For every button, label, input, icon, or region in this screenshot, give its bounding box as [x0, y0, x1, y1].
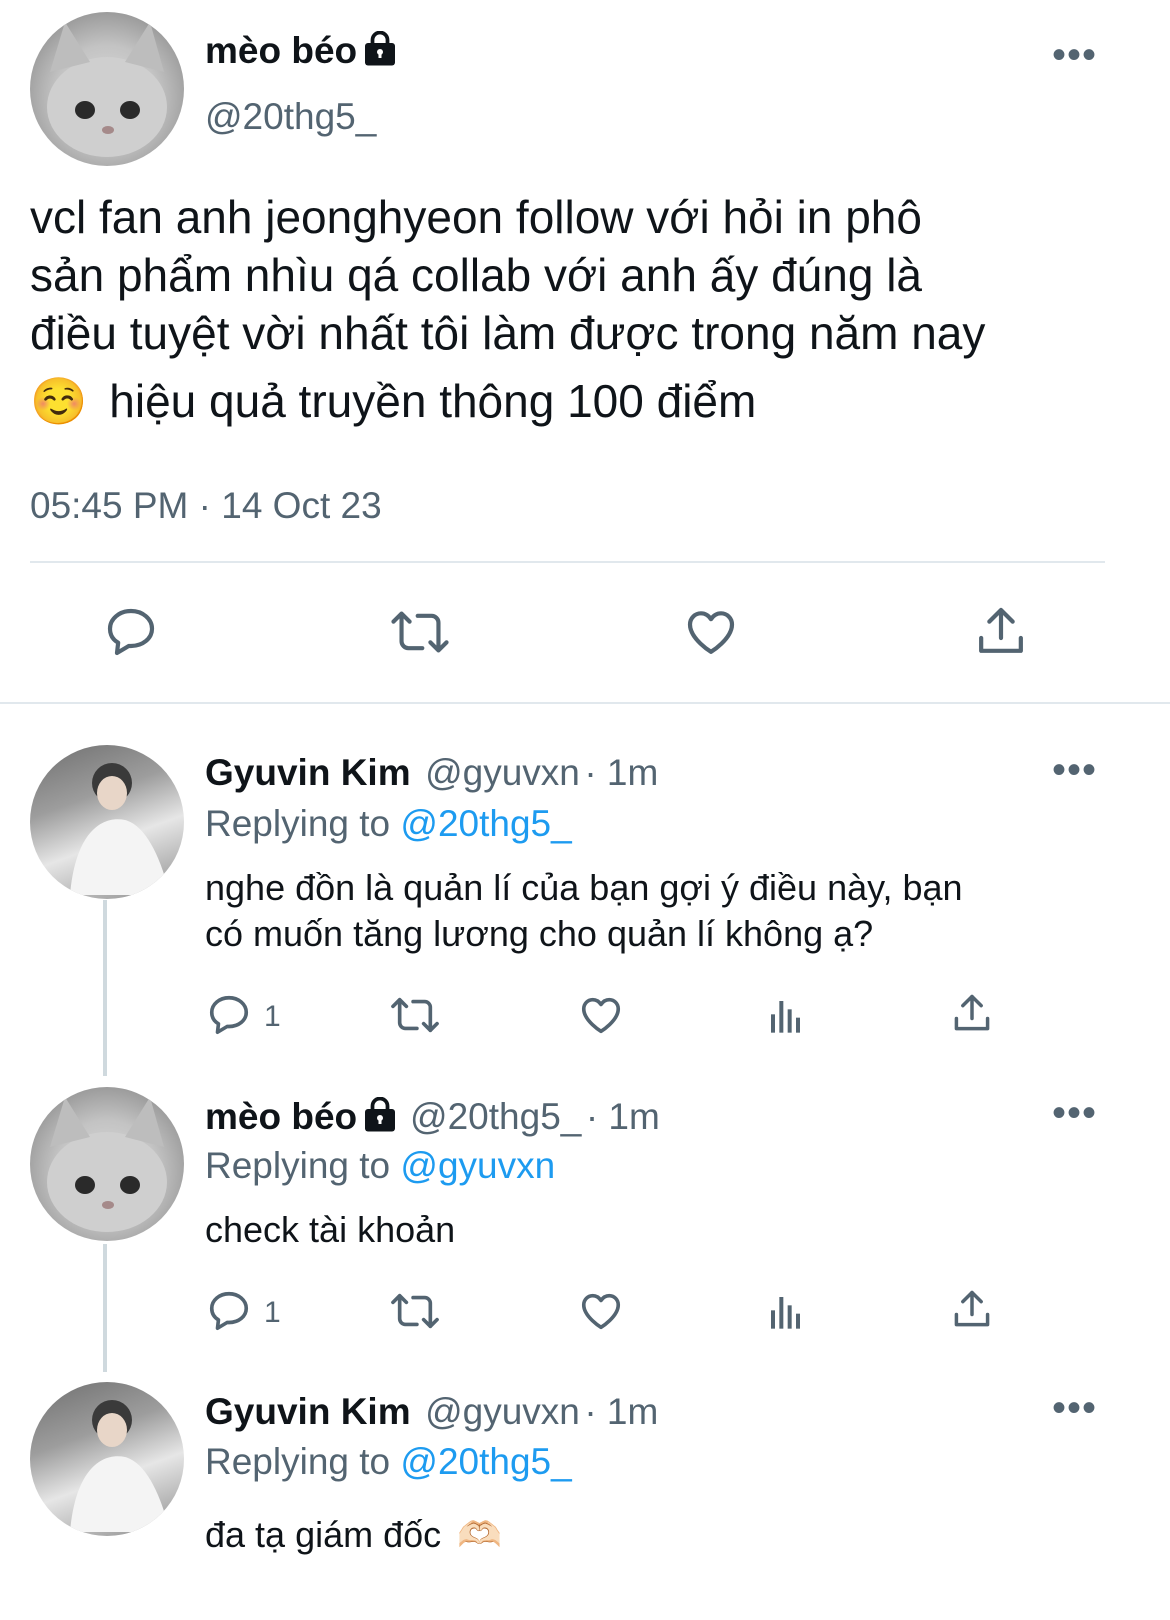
like-icon[interactable]: [578, 992, 624, 1038]
views-icon[interactable]: [765, 1292, 807, 1332]
reply-text-line: đa tạ giám đốc: [205, 1514, 442, 1555]
author-handle[interactable]: @gyuvxn: [425, 1391, 580, 1432]
replying-prefix: Replying to: [205, 1441, 391, 1482]
display-name[interactable]: mèo béo: [205, 1096, 357, 1137]
reply-text-line: có muốn tăng lương cho quản lí không ạ?: [205, 913, 874, 954]
views-icon[interactable]: [765, 996, 807, 1036]
relative-time[interactable]: · 1m: [584, 752, 658, 793]
author-name-row: mèo béo: [205, 30, 398, 72]
share-icon[interactable]: [950, 990, 994, 1036]
tweet-text: vcl fan anh jeonghyeon follow với hỏi in…: [30, 188, 985, 430]
replying-to-link[interactable]: @20thg5_: [400, 1441, 571, 1482]
more-icon[interactable]: •••: [1052, 1388, 1097, 1428]
share-icon[interactable]: [973, 602, 1029, 660]
more-icon[interactable]: •••: [1052, 35, 1097, 75]
thread-line: [103, 900, 107, 1076]
avatar[interactable]: [30, 1087, 184, 1241]
reply-text: nghe đồn là quản lí của bạn gợi ý điều n…: [205, 865, 963, 957]
reply-text-line: nghe đồn là quản lí của bạn gợi ý điều n…: [205, 867, 963, 908]
reply-text: đa tạ giám đốc 🫶🏻: [205, 1512, 502, 1558]
replying-to: Replying to @gyuvxn: [205, 1145, 555, 1187]
reply-icon[interactable]: [206, 992, 252, 1038]
reply-header: Gyuvin Kim @gyuvxn · 1m: [205, 1391, 658, 1433]
reply-header: mèo béo @20thg5_ · 1m: [205, 1096, 660, 1138]
like-icon[interactable]: [683, 604, 739, 660]
tweet-timestamp[interactable]: 05:45 PM · 14 Oct 23: [30, 485, 382, 527]
tweet-text-line: sản phẩm nhìu qá collab với anh ấy đúng …: [30, 249, 922, 301]
retweet-icon[interactable]: [390, 604, 450, 660]
replying-prefix: Replying to: [205, 803, 391, 844]
thread-line: [103, 1244, 107, 1372]
section-divider: [0, 702, 1170, 704]
reply-icon[interactable]: [103, 604, 159, 660]
replying-prefix: Replying to: [205, 1145, 391, 1186]
tweet-text-segment: hiệu quả truyền thông 100 điểm: [109, 375, 757, 427]
tweet-text-line: điều tuyệt vời nhất tôi làm được trong n…: [30, 307, 986, 359]
reply-count: 1: [264, 1296, 281, 1329]
like-icon[interactable]: [578, 1288, 624, 1334]
share-icon[interactable]: [950, 1286, 994, 1332]
replying-to-link[interactable]: @20thg5_: [400, 803, 571, 844]
retweet-icon[interactable]: [390, 1288, 440, 1334]
more-icon[interactable]: •••: [1052, 1093, 1097, 1133]
reply-header: Gyuvin Kim @gyuvxn · 1m: [205, 752, 658, 794]
reply-text-line: check tài khoản: [205, 1209, 456, 1250]
avatar[interactable]: [30, 745, 184, 899]
lock-icon: [364, 30, 395, 66]
replying-to: Replying to @20thg5_: [205, 1441, 572, 1483]
author-handle[interactable]: @20thg5_: [410, 1096, 581, 1137]
relative-time[interactable]: · 1m: [584, 1391, 658, 1432]
avatar[interactable]: [30, 12, 184, 166]
reply-icon[interactable]: [206, 1288, 252, 1334]
more-icon[interactable]: •••: [1052, 750, 1097, 790]
divider: [30, 561, 1105, 563]
heart-hands-emoji: 🫶🏻: [457, 1514, 502, 1555]
display-name[interactable]: Gyuvin Kim: [205, 1391, 411, 1432]
retweet-icon[interactable]: [390, 992, 440, 1038]
tweet-text-line: ☺️ hiệu quả truyền thông 100 điểm: [30, 372, 985, 430]
reply-text: check tài khoản: [205, 1207, 455, 1253]
avatar[interactable]: [30, 1382, 184, 1536]
replying-to-link[interactable]: @gyuvxn: [400, 1145, 555, 1186]
author-handle[interactable]: @gyuvxn: [425, 752, 580, 793]
lock-icon: [364, 1096, 395, 1132]
display-name[interactable]: Gyuvin Kim: [205, 752, 411, 793]
relative-time[interactable]: · 1m: [586, 1096, 660, 1137]
tweet-text-line: vcl fan anh jeonghyeon follow với hỏi in…: [30, 191, 922, 243]
smiling-emoji: ☺️: [30, 375, 88, 427]
display-name[interactable]: mèo béo: [205, 30, 357, 71]
author-handle[interactable]: @20thg5_: [205, 96, 376, 138]
reply-count: 1: [264, 1000, 281, 1033]
replying-to: Replying to @20thg5_: [205, 803, 572, 845]
